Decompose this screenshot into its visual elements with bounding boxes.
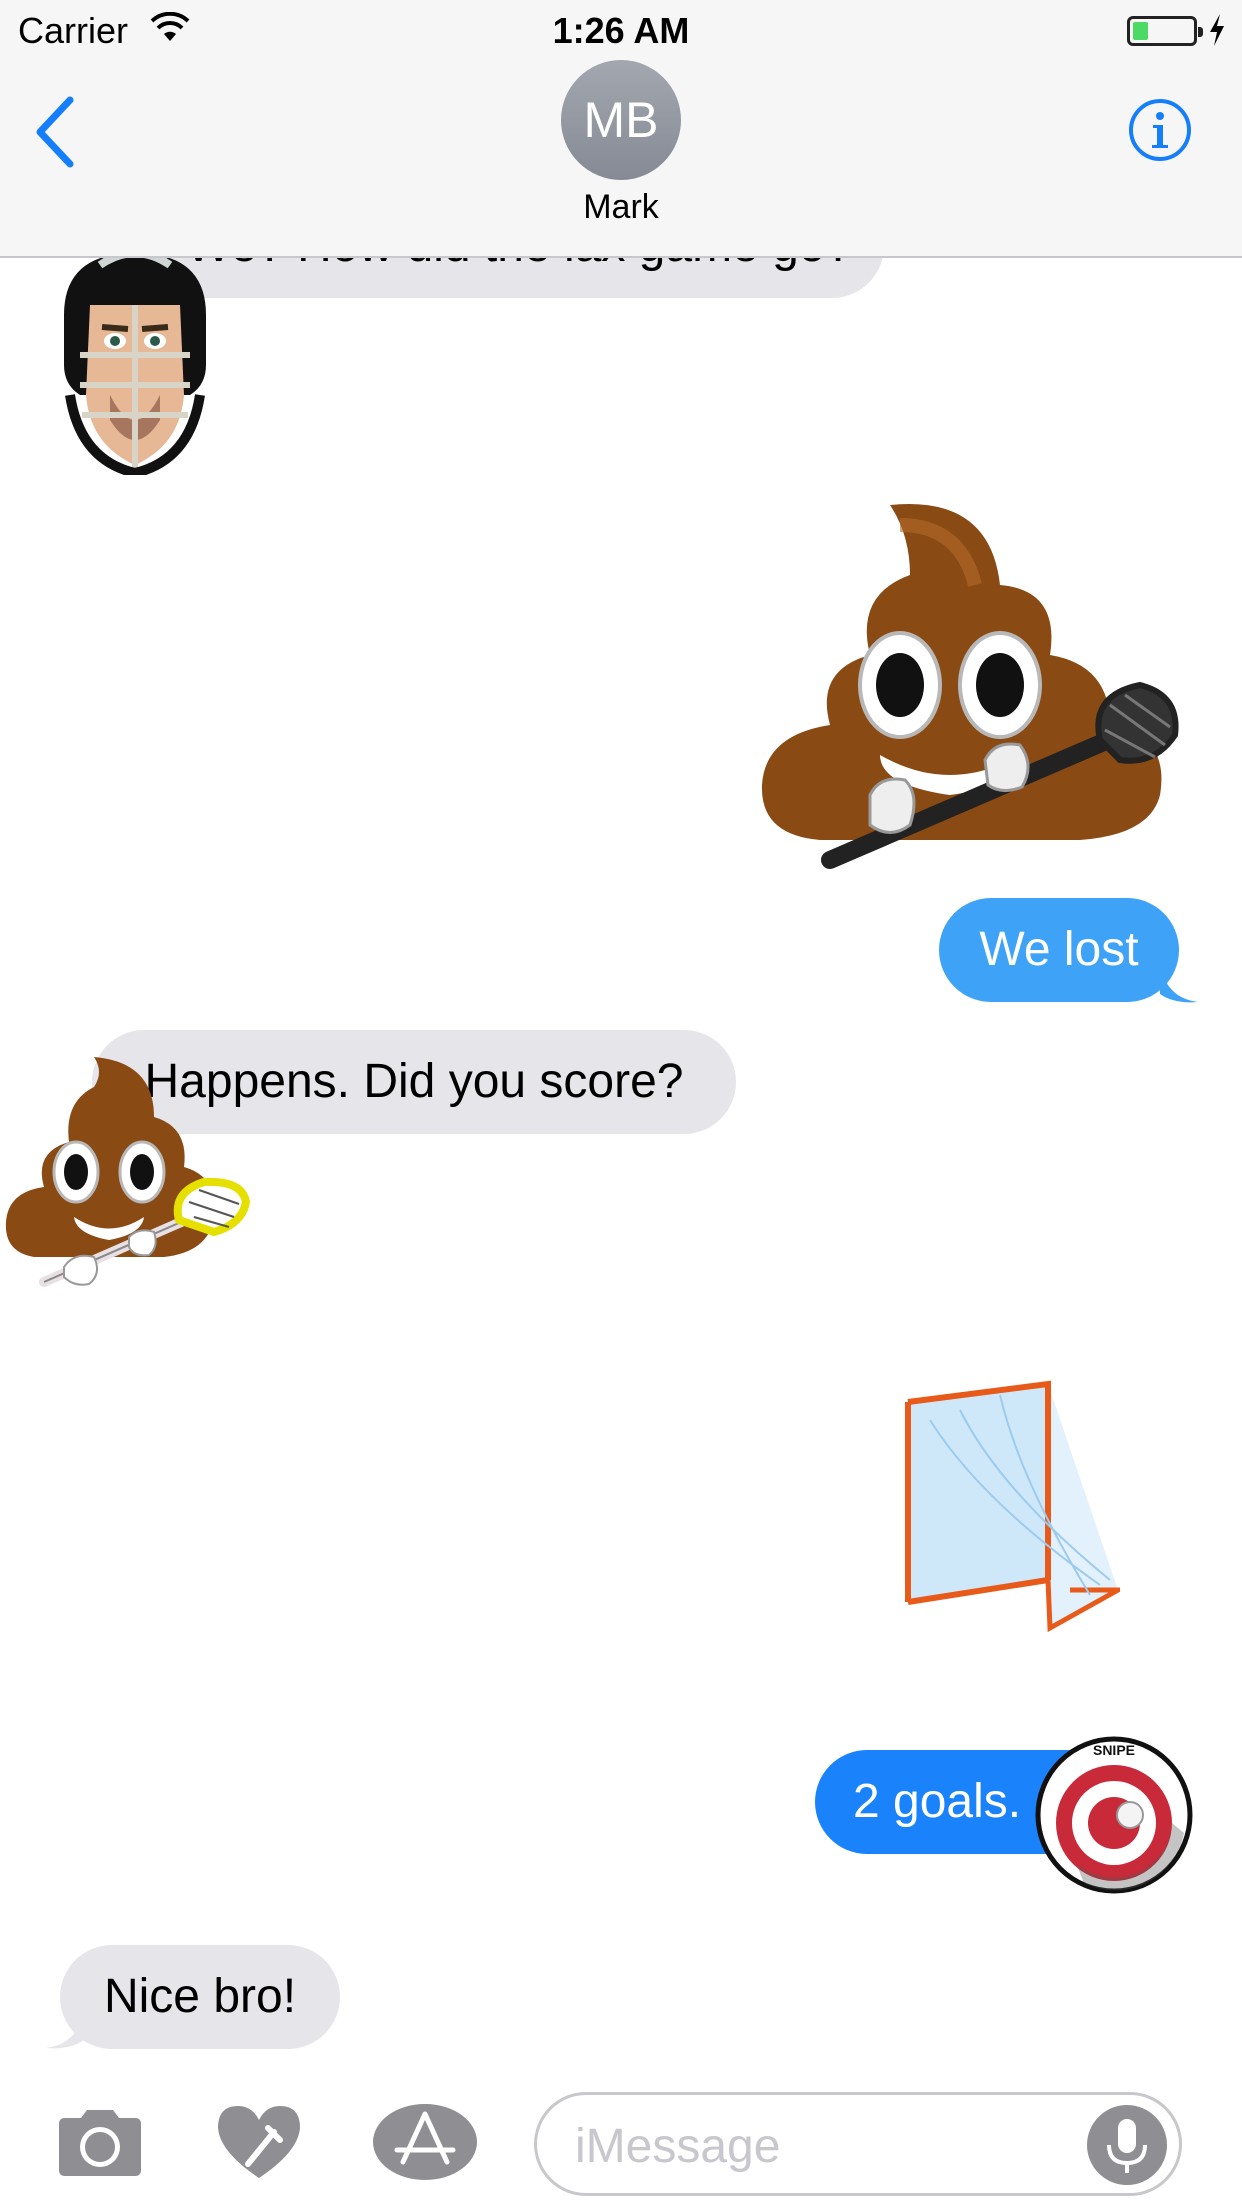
avatar-initials: MB <box>583 92 659 148</box>
snipe-sticker-label: SNIPE <box>1093 1742 1135 1758</box>
imessage-placeholder: iMessage <box>575 2120 781 2173</box>
status-time: 1:26 AM <box>552 10 690 51</box>
lacrosse-goalie-helmet-sticker[interactable] <box>50 245 220 475</box>
bubble-tail <box>1160 964 1198 1003</box>
digital-touch-heart-icon[interactable] <box>214 2102 304 2182</box>
contact-name[interactable]: Mark <box>0 188 1242 227</box>
app-store-icon[interactable] <box>373 2102 477 2182</box>
contact-avatar[interactable]: MB <box>561 60 681 180</box>
bubble-tail <box>46 2010 84 2049</box>
microphone-icon[interactable] <box>1087 2105 1167 2185</box>
poop-emoji-with-lacrosse-stick-sticker[interactable] <box>760 495 1190 875</box>
status-bar: Carrier 1:26 AM <box>0 0 1242 60</box>
battery-level-fill <box>1133 22 1148 40</box>
charging-bolt-icon <box>1210 14 1224 46</box>
poop-emoji-with-lacrosse-stick-sticker[interactable] <box>4 1052 254 1297</box>
lacrosse-goal-net-sticker[interactable] <box>900 1380 1120 1635</box>
info-circle-icon[interactable] <box>1128 98 1192 162</box>
outgoing-message-bubble[interactable]: We lost <box>939 898 1179 1002</box>
chevron-left-icon[interactable] <box>30 92 80 172</box>
message-text: 2 goals. <box>853 1775 1022 1828</box>
message-text: We lost <box>979 923 1139 976</box>
imessage-text-field[interactable]: iMessage <box>534 2092 1182 2196</box>
incoming-message-bubble[interactable]: Nice bro! <box>60 1945 340 2049</box>
camera-icon[interactable] <box>55 2108 145 2178</box>
battery-icon <box>1127 16 1203 46</box>
message-input-bar: iMessage <box>0 2080 1242 2208</box>
snipe-target-sticker[interactable]: SNIPE <box>1034 1733 1194 1897</box>
message-text: Nice bro! <box>103 1970 297 2023</box>
